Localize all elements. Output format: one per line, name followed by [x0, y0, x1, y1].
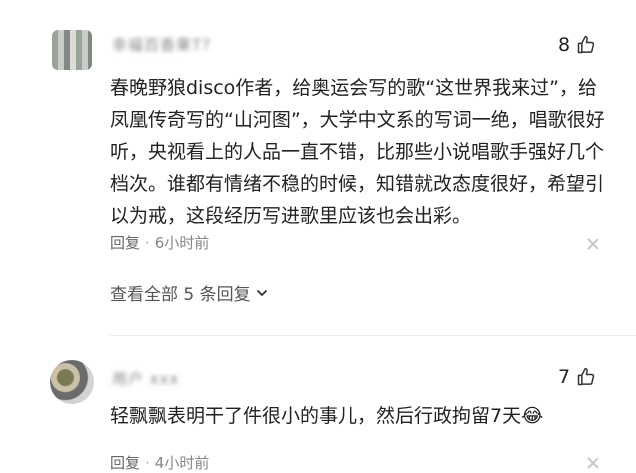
- like-count: 7: [558, 366, 571, 388]
- comment-text: 春晚野狼disco作者，给奥运会写的歌“这世界我来过”，给凤凰传奇写的“山河图”…: [110, 77, 605, 227]
- meta-separator: ·: [145, 233, 150, 252]
- comment-meta: 回复 · 4小时前: [110, 452, 209, 473]
- username[interactable]: 幸福百香果T?: [112, 34, 211, 54]
- comment-meta: 回复 · 6小时前: [110, 232, 209, 253]
- avatar[interactable]: [52, 30, 92, 70]
- comment-text: 轻飘飘表明干了件很小的事儿，然后行政拘留7天😂: [110, 405, 544, 427]
- close-icon[interactable]: [586, 456, 600, 470]
- username[interactable]: 用户 xxx: [112, 368, 179, 388]
- like-count: 8: [558, 34, 571, 56]
- view-all-replies-link[interactable]: 查看全部 5 条回复: [110, 280, 269, 305]
- thumbs-up-icon: [577, 35, 595, 54]
- reply-button[interactable]: 回复: [110, 232, 140, 253]
- close-icon[interactable]: [586, 237, 600, 251]
- divider: [110, 335, 636, 336]
- like-button[interactable]: 7: [558, 366, 596, 388]
- view-all-replies-label: 查看全部 5 条回复: [110, 285, 251, 305]
- chevron-down-icon: [256, 289, 267, 296]
- thumbs-up-icon: [577, 367, 595, 386]
- timestamp: 4小时前: [154, 454, 210, 472]
- avatar[interactable]: [50, 360, 94, 404]
- timestamp: 6小时前: [154, 234, 210, 252]
- reply-button[interactable]: 回复: [110, 452, 140, 473]
- like-button[interactable]: 8: [558, 34, 596, 56]
